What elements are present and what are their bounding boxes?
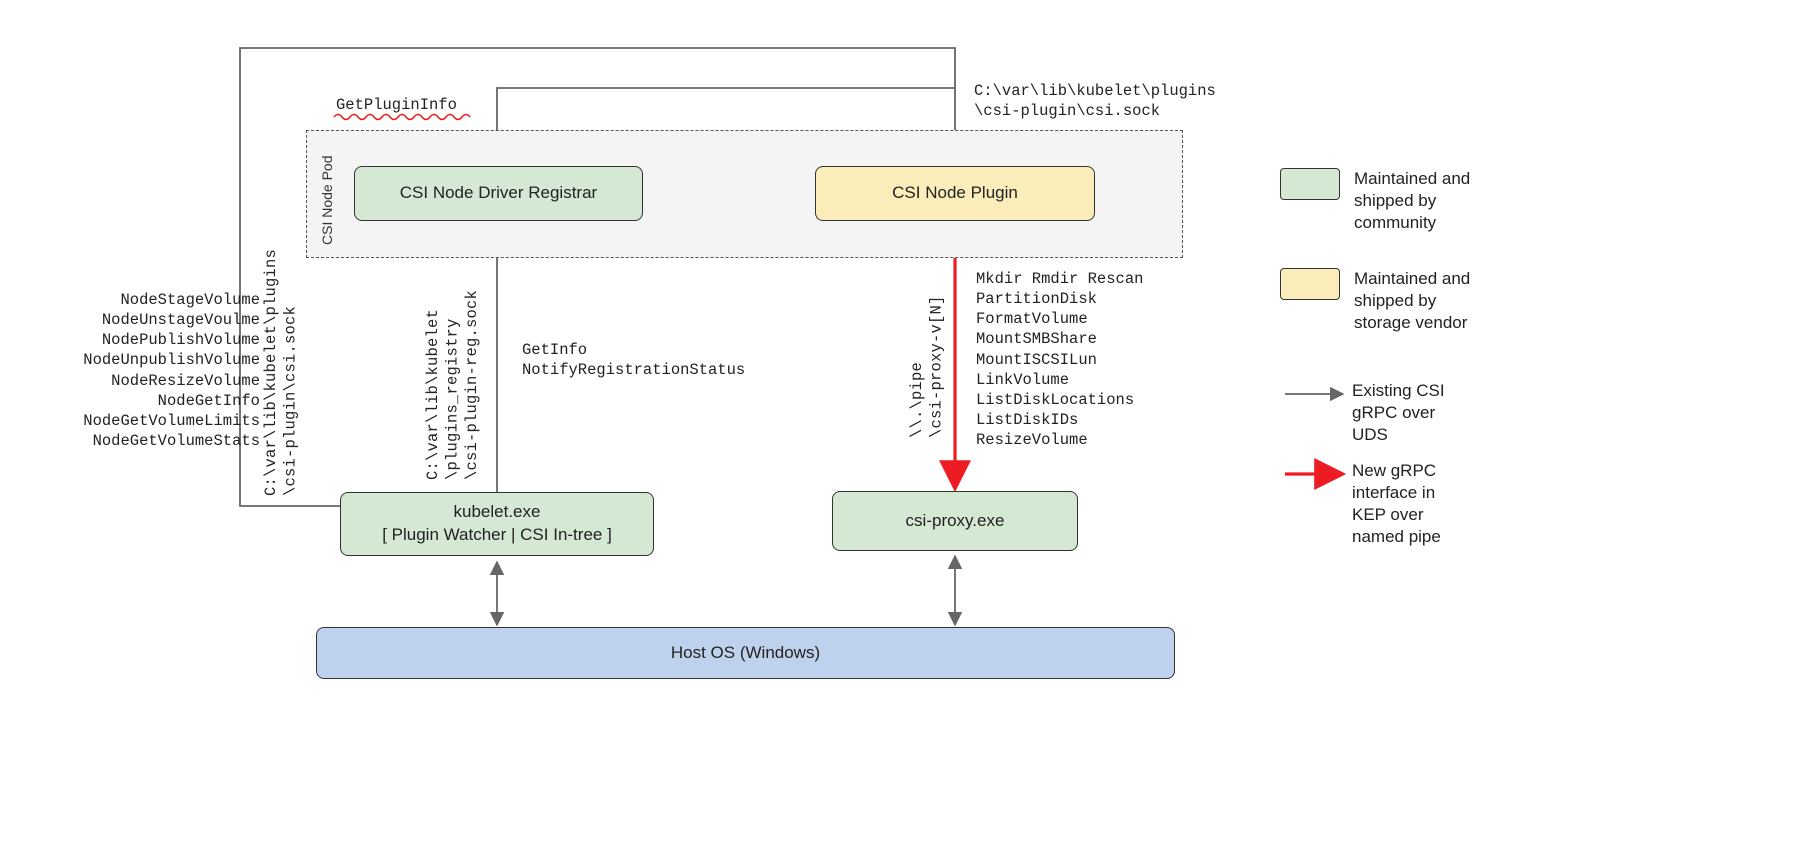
csiproxy-label: csi-proxy.exe — [906, 510, 1005, 533]
legend-text-existing: Existing CSI gRPC over UDS — [1352, 380, 1445, 446]
proxy-ops-list: Mkdir Rmdir Rescan PartitionDisk FormatV… — [976, 269, 1143, 450]
legend-vendor: Maintained and shipped by storage vendor — [1280, 268, 1470, 334]
registrar-label: CSI Node Driver Registrar — [400, 182, 597, 205]
box-csi-node-driver-registrar: CSI Node Driver Registrar — [354, 166, 643, 221]
box-csi-proxy: csi-proxy.exe — [832, 491, 1078, 551]
vpath-pipe: \\.\pipe \csi-proxy-v[N] — [908, 280, 947, 438]
vpath-kubelet-plugin: C:\var\lib\kubelet\plugins \csi-plugin\c… — [262, 266, 301, 496]
conn-kubelet-to-plugin — [240, 48, 955, 506]
uds-top-l1: C:\var\lib\kubelet\plugins — [974, 82, 1216, 100]
legend-text-newgrpc: New gRPC interface in KEP over named pip… — [1352, 460, 1441, 548]
label-uds-top: C:\var\lib\kubelet\plugins \csi-plugin\c… — [974, 81, 1216, 121]
uds-top-l2: \csi-plugin\csi.sock — [974, 102, 1160, 120]
vpath-kubelet-registry: C:\var\lib\kubelet \plugins_registry \cs… — [424, 288, 482, 480]
legend-community: Maintained and shipped by community — [1280, 168, 1470, 234]
label-getinfo-notify: GetInfo NotifyRegistrationStatus — [522, 340, 745, 380]
legend-swatch-yellow — [1280, 268, 1340, 300]
legend-swatch-arrow-grey — [1280, 380, 1338, 410]
legend-existing-csi: Existing CSI gRPC over UDS — [1280, 380, 1445, 446]
box-kubelet: kubelet.exe [ Plugin Watcher | CSI In-tr… — [340, 492, 654, 556]
legend-swatch-green — [1280, 168, 1340, 200]
getinfo: GetInfo — [522, 341, 587, 359]
kubelet-l1: kubelet.exe — [454, 501, 541, 524]
csi-node-pod-label: CSI Node Pod — [319, 156, 335, 246]
plugin-label: CSI Node Plugin — [892, 182, 1018, 205]
legend-text-community: Maintained and shipped by community — [1354, 168, 1470, 234]
legend-new-grpc: New gRPC interface in KEP over named pip… — [1280, 460, 1441, 548]
legend-text-vendor: Maintained and shipped by storage vendor — [1354, 268, 1470, 334]
spellcheck-squiggle — [334, 115, 470, 120]
hostos-label: Host OS (Windows) — [671, 642, 820, 665]
box-host-os: Host OS (Windows) — [316, 627, 1175, 679]
box-csi-node-plugin: CSI Node Plugin — [815, 166, 1095, 221]
label-getplugininfo: GetPluginInfo — [336, 95, 457, 115]
kubelet-l2: [ Plugin Watcher | CSI In-tree ] — [382, 524, 612, 547]
legend-swatch-arrow-red — [1280, 460, 1338, 490]
diagram-stage: CSI Node Pod CSI Node Driver Registrar C… — [0, 0, 1818, 842]
notify: NotifyRegistrationStatus — [522, 361, 745, 379]
node-ops-list: NodeStageVolume NodeUnstageVoulme NodePu… — [20, 290, 260, 451]
